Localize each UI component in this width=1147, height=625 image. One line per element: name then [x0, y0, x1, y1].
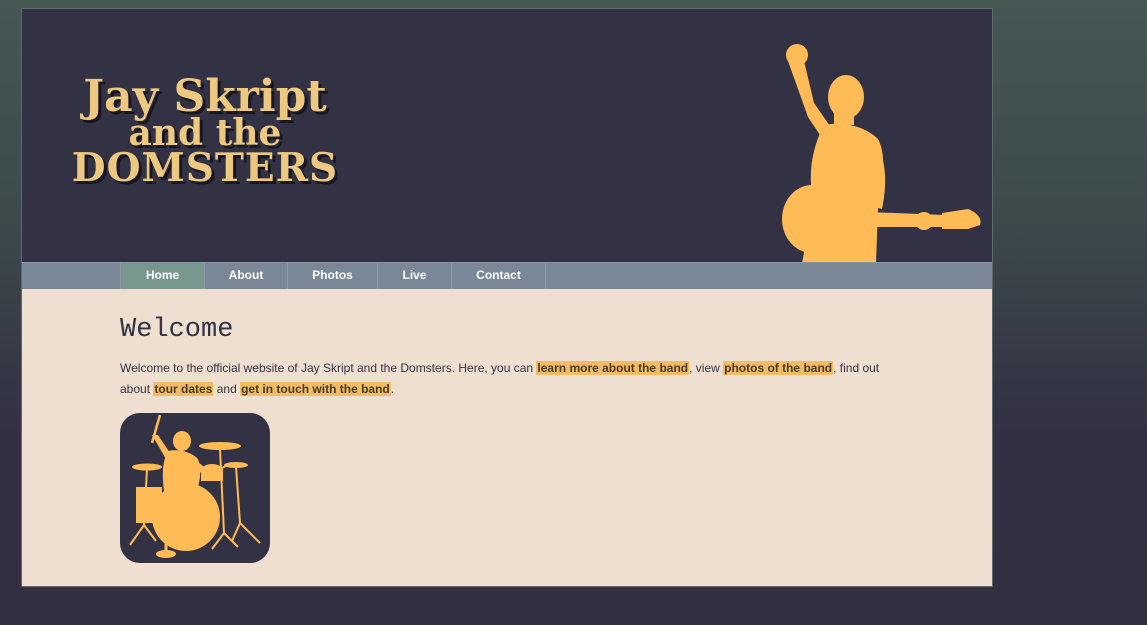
tour-dates-link[interactable]: tour dates	[153, 382, 214, 396]
intro-text-4: and	[213, 382, 241, 396]
logo-line-3: DOMSTERS	[71, 145, 339, 191]
page-title: Welcome	[120, 315, 234, 345]
main-navigation: Home About Photos Live Contact	[22, 262, 992, 289]
band-logo[interactable]: Jay Skript and the DOMSTERS	[60, 75, 350, 188]
guitarist-silhouette-icon	[782, 44, 981, 263]
intro-text-1: Welcome to the official website of Jay S…	[120, 361, 537, 375]
nav-list: Home About Photos Live Contact	[120, 263, 546, 289]
learn-more-link[interactable]: learn more about the band	[536, 361, 690, 375]
nav-item-live[interactable]: Live	[378, 263, 452, 289]
contact-link[interactable]: get in touch with the band	[240, 382, 391, 396]
nav-item-about[interactable]: About	[205, 263, 288, 289]
page-container: Jay Skript and the DOMSTERS Home About P…	[21, 8, 993, 587]
nav-item-home[interactable]: Home	[121, 263, 205, 289]
nav-item-contact[interactable]: Contact	[452, 263, 546, 289]
nav-item-photos[interactable]: Photos	[288, 263, 378, 289]
drummer-silhouette-icon	[120, 413, 270, 563]
intro-paragraph: Welcome to the official website of Jay S…	[120, 358, 900, 400]
site-header: Jay Skript and the DOMSTERS	[22, 9, 992, 263]
intro-text-5: .	[390, 382, 395, 396]
intro-text-2: , view	[689, 361, 724, 375]
photos-link[interactable]: photos of the band	[723, 361, 834, 375]
